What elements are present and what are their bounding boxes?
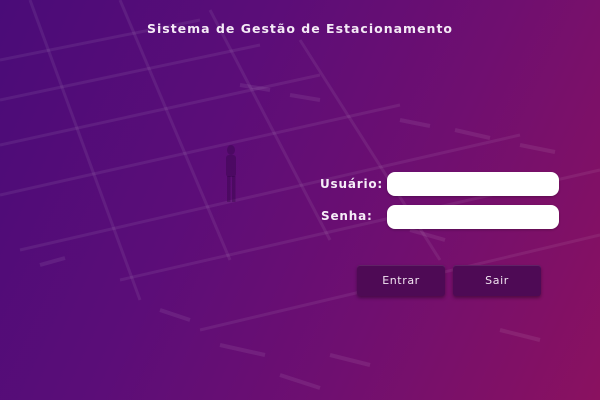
parking-lot-background [0, 0, 600, 390]
window-title: Sistema de Gestão de Estacionamento [146, 21, 454, 36]
username-input[interactable] [387, 172, 559, 196]
login-button[interactable]: Entrar [357, 265, 445, 296]
password-label: Senha: [321, 209, 373, 223]
password-input[interactable] [387, 205, 559, 229]
username-label: Usuário: [320, 177, 384, 191]
exit-button[interactable]: Sair [453, 265, 541, 296]
